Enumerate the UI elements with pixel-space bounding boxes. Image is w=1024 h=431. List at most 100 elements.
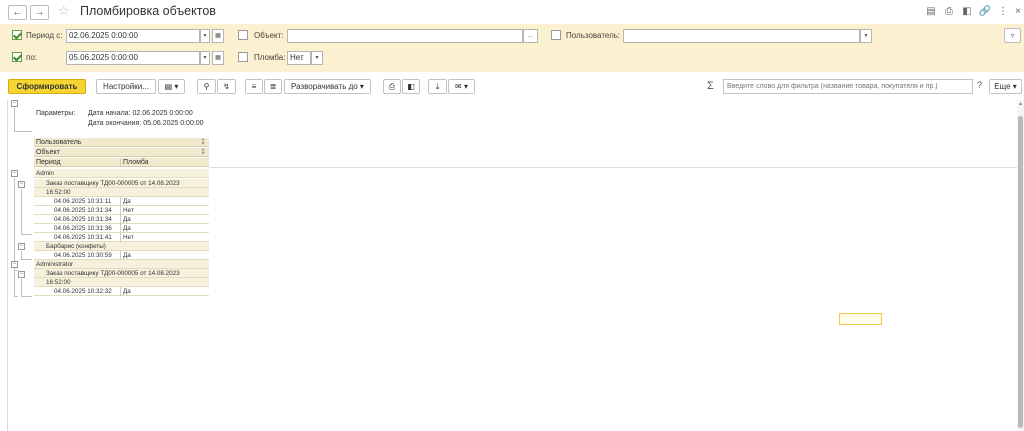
user-dropdown-icon[interactable]: ▾ xyxy=(860,29,872,43)
object-select-button[interactable]: ... xyxy=(523,29,538,43)
table-row-object-cont: 16:52:00 xyxy=(34,188,209,197)
object-input[interactable] xyxy=(287,29,523,43)
table-row-user: Administrator xyxy=(34,260,209,269)
user-cell: Administrator xyxy=(36,261,74,268)
selected-cell[interactable] xyxy=(839,313,882,325)
table-row-object: Заказ поставщику ТД00-000005 от 14.08.20… xyxy=(34,179,209,188)
back-button[interactable]: ← xyxy=(8,5,27,20)
forward-button[interactable]: → xyxy=(30,5,49,20)
help-button[interactable]: ? xyxy=(977,80,982,90)
settings-button[interactable]: Настройки... xyxy=(96,79,156,94)
page-title: Пломбировка объектов xyxy=(80,4,216,18)
user-checkbox[interactable] xyxy=(551,30,561,40)
period-cell: 04.06.2025 10:30:59 xyxy=(54,252,112,259)
expand-groups-icon[interactable]: ≡ xyxy=(245,79,263,94)
header-object[interactable]: Объект ↧ xyxy=(34,148,209,157)
table-row-object: Заказ поставщику ТД00-000005 от 14.08.20… xyxy=(34,269,209,278)
print-preview-icon[interactable]: ◧ xyxy=(402,79,420,94)
scrollbar-track[interactable]: ▴ xyxy=(1017,100,1024,431)
period-to-input[interactable]: 05.06.2025 0:00:00 xyxy=(66,51,200,65)
expand-to-dropdown[interactable]: Разворачивать до ▾ xyxy=(284,79,371,94)
print-icon[interactable]: ⎙ xyxy=(383,79,401,94)
header-user[interactable]: Пользователь ↧ xyxy=(34,138,209,147)
group-collapse-icon[interactable]: − xyxy=(18,243,25,250)
object-checkbox[interactable] xyxy=(238,30,248,40)
object-cell: Барбарис (конфеты) xyxy=(46,243,106,250)
seal-checkbox[interactable] xyxy=(238,52,248,62)
send-email-icon[interactable]: ✉ ▾ xyxy=(448,79,475,94)
seal-cell: Нет xyxy=(120,206,134,215)
variant-menu-icon[interactable]: ▤ ▾ xyxy=(158,79,185,94)
object-cell: Заказ поставщику ТД00-000005 от 14.08.20… xyxy=(46,270,180,277)
seal-cell: Да xyxy=(120,215,131,224)
group-collapse-icon[interactable]: − xyxy=(11,261,18,268)
seal-cell: Да xyxy=(120,287,131,296)
period-from-label: Период с: xyxy=(26,31,63,40)
seal-cell: Да xyxy=(120,224,131,233)
table-row-object-cont: 16:52:00 xyxy=(34,278,209,287)
sort-icon[interactable]: ↧ xyxy=(200,138,206,147)
seal-cell: Да xyxy=(120,197,131,206)
table-row: 04.06.2025 10:31:34 Нет xyxy=(34,206,209,215)
period-cell: 04.06.2025 10:31:34 xyxy=(54,216,112,223)
table-row-user: Admin xyxy=(34,169,209,178)
period-from-input[interactable]: 02.06.2025 0:00:00 xyxy=(66,29,200,43)
header-seal: Пломба xyxy=(120,158,209,167)
favorite-star-icon[interactable]: ☆ xyxy=(58,3,70,19)
close-icon[interactable]: × xyxy=(1011,5,1024,19)
table-row: 04.06.2025 10:31:36 Да xyxy=(34,224,209,233)
params-label: Параметры: xyxy=(36,110,76,117)
scroll-up-icon[interactable]: ▴ xyxy=(1017,100,1024,108)
period-from-dropdown-icon[interactable]: ▾ xyxy=(200,29,210,43)
more-button[interactable]: Еще ▾ xyxy=(989,79,1022,94)
object-cell: Заказ поставщику ТД00-000005 от 14.08.20… xyxy=(46,180,180,187)
object-cell-cont: 16:52:00 xyxy=(46,189,71,196)
period-cell: 04.06.2025 10:31:36 xyxy=(54,225,112,232)
sum-icon[interactable]: Σ xyxy=(707,80,714,92)
calendar-icon[interactable]: ▦ xyxy=(212,29,224,43)
seal-select[interactable]: Нет xyxy=(287,51,311,65)
generate-button[interactable]: Сформировать xyxy=(8,79,86,94)
object-label: Объект: xyxy=(254,31,284,40)
table-row: 04.06.2025 10:32:32 Да xyxy=(34,287,209,296)
sort-icon[interactable]: ↧ xyxy=(200,148,206,157)
user-input[interactable] xyxy=(623,29,860,43)
group-collapse-icon[interactable]: − xyxy=(11,170,18,177)
more-menu-icon[interactable]: ⋮ xyxy=(996,5,1010,19)
download-icon[interactable]: ⤓ xyxy=(428,79,447,94)
period-cell: 04.06.2025 10:32:32 xyxy=(54,288,112,295)
period-cell: 04.06.2025 10:31:34 xyxy=(54,207,112,214)
header-period: Период xyxy=(34,158,120,167)
user-label: Пользователь: xyxy=(566,31,621,40)
preview-icon[interactable]: ◧ xyxy=(960,5,974,19)
seal-cell: Нет xyxy=(120,233,134,242)
search-input[interactable] xyxy=(723,79,973,94)
calendar-icon[interactable]: ▦ xyxy=(212,51,224,65)
group-collapse-icon[interactable]: − xyxy=(18,181,25,188)
period-from-checkbox[interactable] xyxy=(12,30,22,40)
filter-icon[interactable]: ▿ xyxy=(1004,28,1021,43)
seal-dropdown-icon[interactable]: ▾ xyxy=(311,51,323,65)
table-row-object: Барбарис (конфеты) xyxy=(34,242,209,251)
scrollbar-thumb[interactable] xyxy=(1018,116,1023,428)
collapse-groups-icon[interactable]: ≣ xyxy=(264,79,282,94)
seal-cell: Да xyxy=(120,251,131,260)
save-icon[interactable]: ▤ xyxy=(924,5,938,19)
group-collapse-icon[interactable]: − xyxy=(18,271,25,278)
user-cell: Admin xyxy=(36,170,54,177)
table-row: 04.06.2025 10:31:41 Нет xyxy=(34,233,209,242)
period-cell: 04.06.2025 10:31:11 xyxy=(54,198,112,205)
search-icon[interactable]: ⚲ xyxy=(197,79,216,94)
title-bar: ← → ☆ Пломбировка объектов ▤ ⎙ ◧ 🔗 ⋮ × xyxy=(0,0,1024,24)
period-cell: 04.06.2025 10:31:41 xyxy=(54,234,112,241)
more-label: Еще xyxy=(994,82,1011,91)
period-to-checkbox[interactable] xyxy=(12,52,22,62)
period-to-dropdown-icon[interactable]: ▾ xyxy=(200,51,210,65)
table-row: 04.06.2025 10:31:34 Да xyxy=(34,215,209,224)
search-cancel-icon[interactable]: ↯ xyxy=(217,79,236,94)
print-icon[interactable]: ⎙ xyxy=(942,5,956,19)
link-icon[interactable]: 🔗 xyxy=(978,5,992,19)
table-row: 04.06.2025 10:30:59 Да xyxy=(34,251,209,260)
params-end-date: Дата окончания: 05.06.2025 0:00:00 xyxy=(88,120,204,127)
params-collapse-icon[interactable]: − xyxy=(11,100,18,107)
